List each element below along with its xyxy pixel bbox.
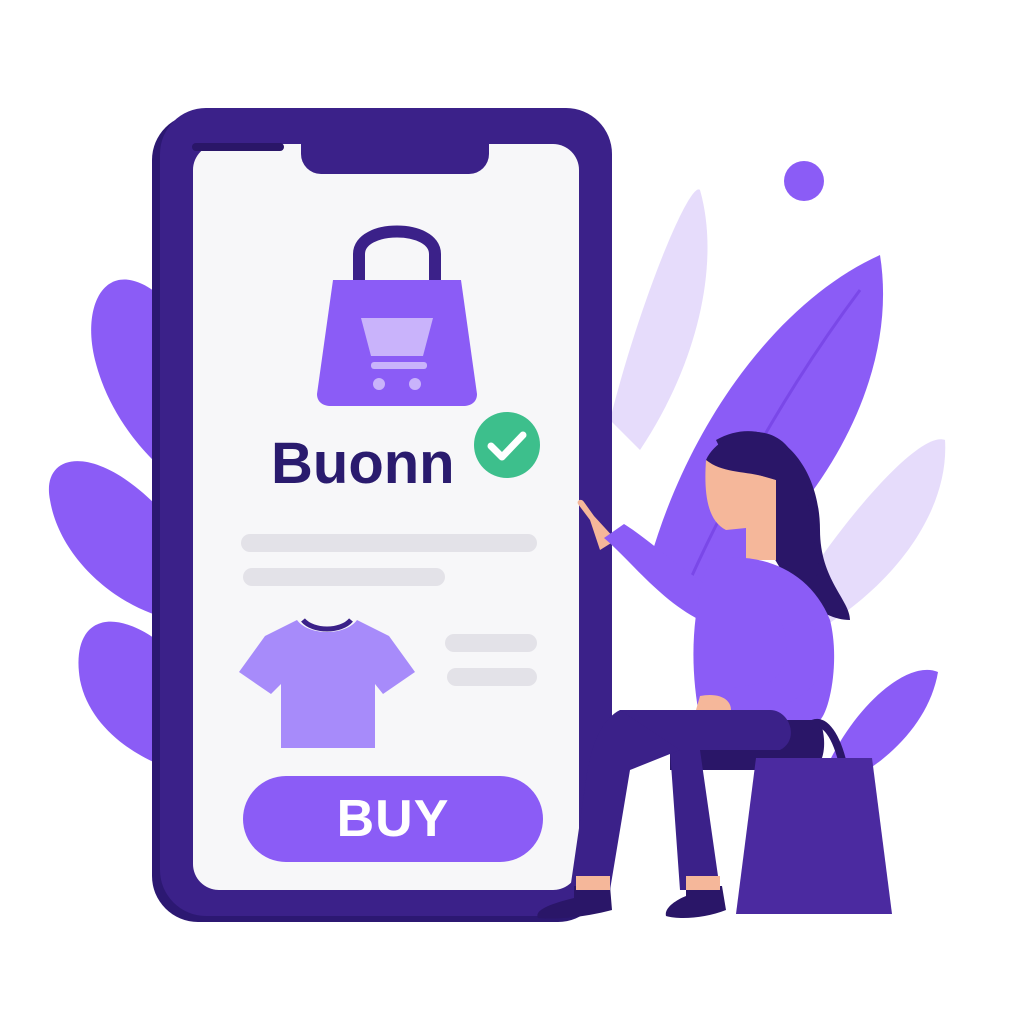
tote-bag-icon bbox=[736, 719, 892, 914]
shopping-bag-icon bbox=[317, 225, 477, 406]
illustration-stage: Buonn BUY bbox=[0, 0, 1024, 1024]
description-line-1 bbox=[241, 534, 537, 552]
leaf-left-middle bbox=[48, 461, 175, 620]
phone-speaker bbox=[192, 143, 284, 151]
leaf-right-light-top bbox=[610, 189, 708, 450]
description-line-2 bbox=[243, 568, 445, 586]
phone-notch bbox=[301, 144, 489, 174]
buy-button[interactable]: BUY bbox=[243, 776, 543, 862]
brand-row: Buonn bbox=[271, 411, 541, 497]
decor-dot bbox=[784, 161, 824, 201]
tshirt-icon bbox=[239, 618, 415, 748]
brand-name: Buonn bbox=[271, 431, 455, 496]
